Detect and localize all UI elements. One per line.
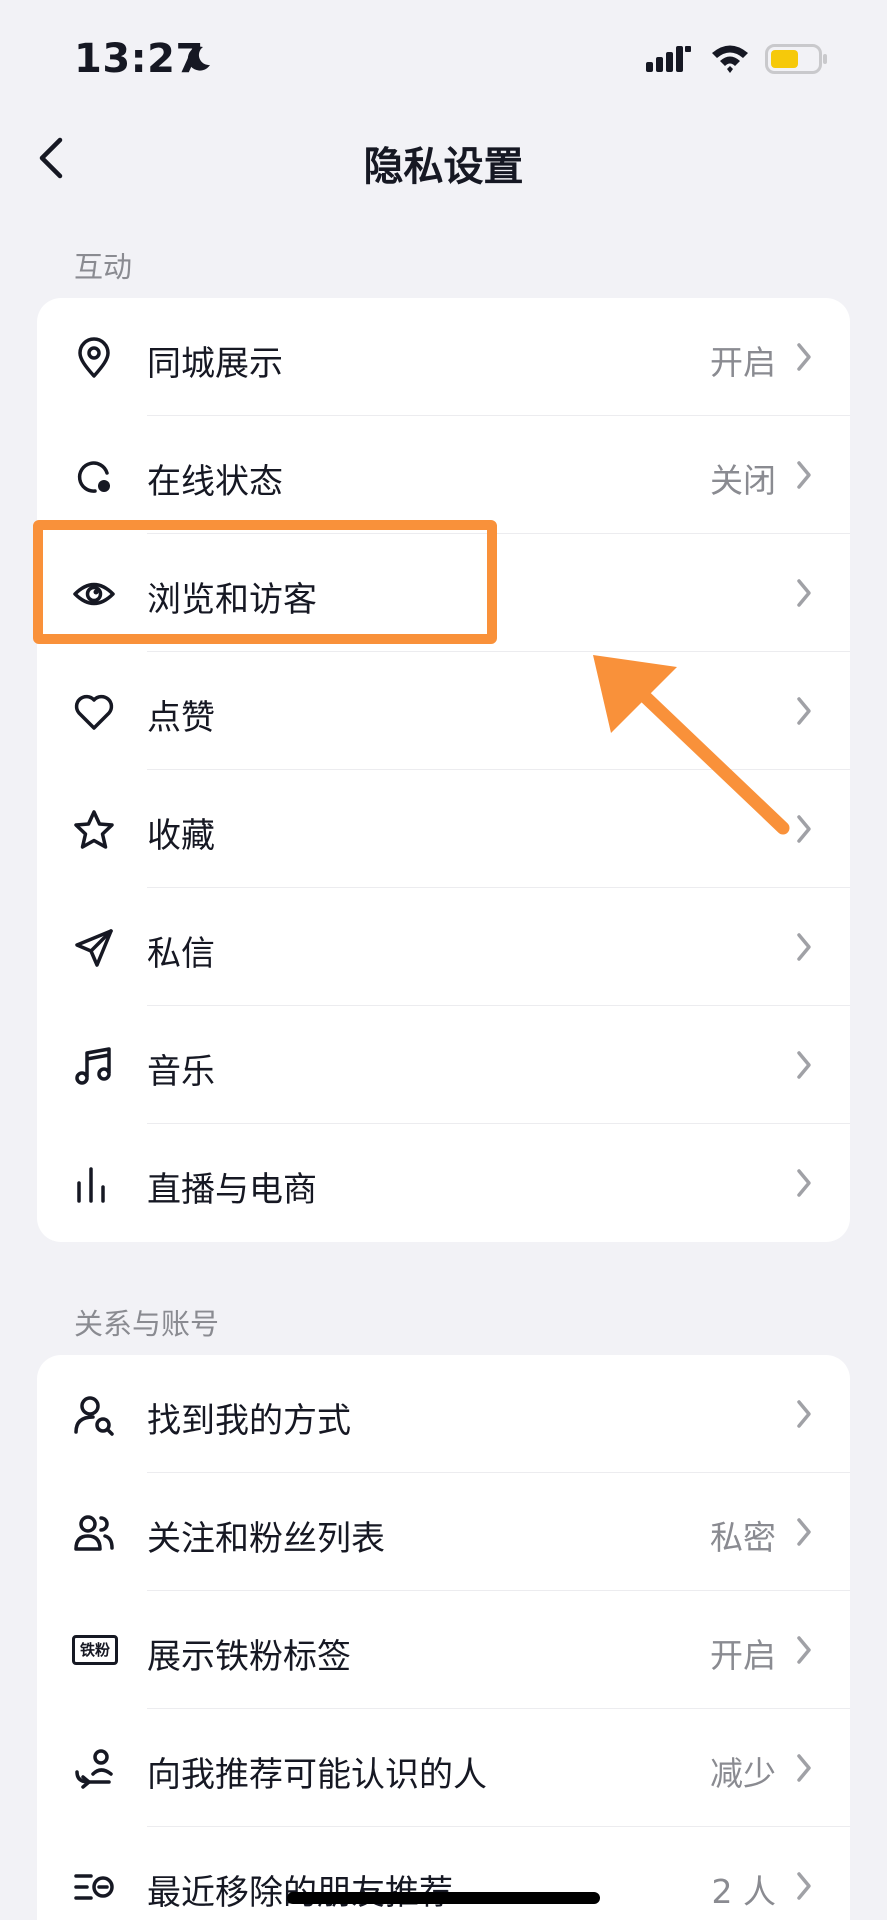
setting-row-fan-badge[interactable]: 铁粉 展示铁粉标签 开启 bbox=[37, 1591, 850, 1709]
setting-label: 向我推荐可能认识的人 bbox=[147, 1755, 487, 1795]
setting-label: 找到我的方式 bbox=[147, 1401, 351, 1441]
bar-chart-icon bbox=[77, 1167, 105, 1203]
setting-label: 音乐 bbox=[147, 1052, 215, 1092]
chevron-right-icon bbox=[797, 1400, 811, 1428]
heart-icon bbox=[74, 694, 114, 730]
setting-label: 私信 bbox=[147, 934, 215, 974]
setting-row-online-status[interactable]: 在线状态 关闭 bbox=[37, 416, 850, 534]
setting-value: 2 人 bbox=[711, 1872, 777, 1911]
setting-row-follow-fans-list[interactable]: 关注和粉丝列表 私密 bbox=[37, 1473, 850, 1591]
setting-label: 关注和粉丝列表 bbox=[147, 1519, 385, 1559]
chevron-right-icon bbox=[797, 1636, 811, 1664]
section-label-interaction: 互动 bbox=[74, 250, 133, 284]
setting-value: 开启 bbox=[710, 1636, 776, 1675]
home-indicator[interactable] bbox=[287, 1892, 600, 1904]
chevron-right-icon bbox=[797, 933, 811, 961]
setting-row-music[interactable]: 音乐 bbox=[37, 1006, 850, 1124]
setting-label: 收藏 bbox=[147, 816, 215, 856]
setting-row-removed-recommendations[interactable]: 最近移除的朋友推荐 2 人 bbox=[37, 1827, 850, 1920]
setting-value: 开启 bbox=[710, 343, 776, 382]
setting-label: 展示铁粉标签 bbox=[147, 1637, 351, 1677]
chevron-right-icon bbox=[797, 1051, 811, 1079]
setting-row-live-ecommerce[interactable]: 直播与电商 bbox=[37, 1124, 850, 1242]
status-bar: 13:27 bbox=[0, 0, 887, 110]
setting-row-find-me[interactable]: 找到我的方式 bbox=[37, 1355, 850, 1473]
online-status-icon bbox=[77, 461, 110, 493]
chevron-right-icon bbox=[797, 343, 811, 371]
removed-list-icon bbox=[74, 1874, 114, 1900]
chevron-right-icon bbox=[797, 1169, 811, 1197]
fan-badge-text: 铁粉 bbox=[79, 1640, 110, 1659]
star-icon bbox=[74, 810, 114, 849]
setting-label: 在线状态 bbox=[147, 462, 283, 502]
page-title: 隐私设置 bbox=[363, 144, 524, 190]
section-label-relationship-account: 关系与账号 bbox=[74, 1307, 220, 1341]
fan-badge-icon: 铁粉 bbox=[72, 1635, 118, 1665]
chevron-right-icon bbox=[797, 579, 811, 607]
setting-row-messages[interactable]: 私信 bbox=[37, 888, 850, 1006]
chevron-right-icon bbox=[797, 461, 811, 489]
setting-label: 同城展示 bbox=[147, 344, 283, 384]
chevron-right-icon bbox=[797, 1518, 811, 1546]
nav-bar: 隐私设置 bbox=[0, 120, 887, 200]
person-search-icon bbox=[74, 1396, 114, 1436]
cellular-signal-icon bbox=[646, 46, 691, 72]
setting-label: 点赞 bbox=[147, 698, 215, 738]
annotation-arrow bbox=[593, 655, 790, 835]
setting-row-city-display[interactable]: 同城展示 开启 bbox=[37, 298, 850, 416]
recommend-person-icon bbox=[75, 1749, 113, 1789]
setting-value: 关闭 bbox=[710, 461, 776, 500]
setting-label: 最近移除的朋友推荐 bbox=[147, 1865, 453, 1914]
music-note-icon bbox=[75, 1047, 111, 1085]
battery-icon bbox=[765, 44, 827, 74]
setting-value: 私密 bbox=[710, 1518, 776, 1557]
wifi-icon bbox=[712, 45, 748, 73]
paper-plane-icon bbox=[75, 929, 113, 967]
moon-icon bbox=[187, 46, 210, 71]
people-icon bbox=[74, 1515, 114, 1551]
setting-row-recommend-people[interactable]: 向我推荐可能认识的人 减少 bbox=[37, 1709, 850, 1827]
chevron-right-icon bbox=[797, 1754, 811, 1782]
annotation-highlight-box bbox=[33, 520, 497, 644]
setting-value: 减少 bbox=[710, 1754, 776, 1793]
chevron-right-icon bbox=[797, 1872, 811, 1900]
location-pin-icon bbox=[78, 337, 110, 378]
relationship-settings-card: 找到我的方式 关注和粉丝列表 私密 铁粉 展示铁粉标签 开启 向我推荐可能认识的… bbox=[37, 1355, 850, 1920]
setting-label: 直播与电商 bbox=[147, 1170, 317, 1210]
